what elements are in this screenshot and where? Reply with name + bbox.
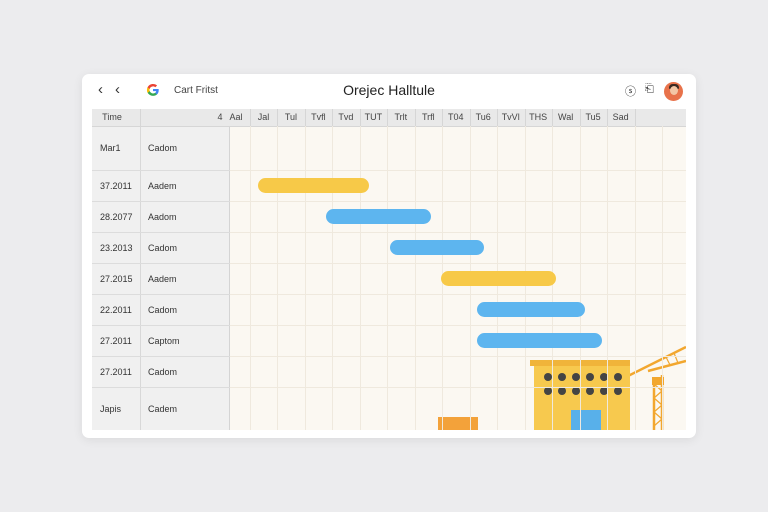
row-divider <box>92 325 230 326</box>
timeline-gridline <box>662 126 664 430</box>
building-door <box>571 410 601 430</box>
row-task-name[interactable]: Cadom <box>148 243 177 253</box>
row-task-name[interactable]: Cadem <box>148 404 177 414</box>
row-date: Mar1 <box>100 143 121 153</box>
row-task-name[interactable]: Aadem <box>148 181 177 191</box>
timeline-gridline <box>414 126 416 430</box>
building-window <box>614 387 622 395</box>
gantt-bar[interactable] <box>476 301 585 317</box>
timeline-row-divider <box>230 232 686 233</box>
timeline-row-divider <box>230 387 686 388</box>
row-date: 37.2011 <box>100 180 132 191</box>
row-divider <box>92 387 230 388</box>
row-date: Japis <box>100 403 122 414</box>
header-separator <box>634 109 636 126</box>
header-separator <box>140 109 141 126</box>
row-date: 27.2015 <box>100 273 133 284</box>
timeline-row-divider <box>230 325 686 326</box>
column-separator <box>140 109 141 430</box>
header-day[interactable]: Jal <box>251 109 275 126</box>
timeline-row-divider <box>230 294 686 295</box>
header-time: Time <box>102 112 122 122</box>
building-window <box>558 387 566 395</box>
building-window <box>586 387 594 395</box>
row-divider <box>92 294 230 295</box>
row-divider <box>92 263 230 264</box>
header-day[interactable]: TUT <box>361 109 385 126</box>
toolbar: ‹ ‹ Cart Fritst Orejec Halltule ⓢ ⎗ <box>82 74 696 108</box>
row-date: 28.2077 <box>100 211 133 222</box>
timeline-gridline <box>332 126 334 430</box>
timeline-row-divider <box>230 170 686 171</box>
timeline-gridline <box>359 126 361 430</box>
gantt-bar[interactable] <box>325 208 432 224</box>
gantt-bar[interactable] <box>440 270 556 286</box>
row-divider <box>92 356 230 357</box>
avatar-face <box>670 86 678 95</box>
header-day[interactable]: Tvd <box>334 109 358 126</box>
crate-illustration <box>438 417 478 430</box>
building-window <box>544 387 552 395</box>
page-title: Orejec Halltule <box>343 82 435 98</box>
header-day[interactable]: Aal <box>224 109 248 126</box>
row-task-name[interactable]: Cadom <box>148 305 177 315</box>
timeline-header: Time 4 Aal Jal Tul Tvfl Tvd TUT Trlt Trfl T04 Tu6 Tv… <box>92 109 686 127</box>
row-date: 27.2011 <box>100 335 132 346</box>
row-divider <box>92 170 230 171</box>
header-day[interactable]: TvVl <box>499 109 523 126</box>
gantt-bar[interactable] <box>258 177 369 193</box>
timeline-gridline <box>387 126 389 430</box>
timeline-gridline <box>304 126 306 430</box>
gantt-window: ‹ ‹ Cart Fritst Orejec Halltule ⓢ ⎗ Time… <box>82 74 696 438</box>
gantt-grid: Time 4 Aal Jal Tul Tvfl Tvd TUT Trlt Trfl T04 Tu6 Tv… <box>92 109 686 430</box>
gantt-bar[interactable] <box>476 332 602 348</box>
header-day[interactable]: Tu5 <box>581 109 605 126</box>
timeline-row-divider <box>230 201 686 202</box>
building-window <box>558 373 566 381</box>
header-day[interactable]: Sad <box>609 109 633 126</box>
row-date: 27.2011 <box>100 366 132 377</box>
header-day[interactable]: Wal <box>554 109 578 126</box>
building-window <box>586 373 594 381</box>
timeline-gridline <box>579 126 581 430</box>
timeline-gridline <box>250 126 251 430</box>
timeline-gridline <box>607 126 609 430</box>
header-day[interactable]: THS <box>526 109 550 126</box>
header-day[interactable]: Tvfl <box>306 109 330 126</box>
header-day[interactable]: Tu6 <box>471 109 495 126</box>
header-day[interactable]: Tul <box>279 109 303 126</box>
avatar-icon[interactable] <box>664 82 683 101</box>
building-window <box>614 373 622 381</box>
row-date: 23.2013 <box>100 242 133 253</box>
building-window <box>544 373 552 381</box>
row-date: 22.2011 <box>100 304 132 315</box>
row-divider <box>92 232 230 233</box>
row-divider <box>92 201 230 202</box>
gantt-bar[interactable] <box>390 239 484 255</box>
save-icon[interactable]: ⎗ <box>645 83 654 96</box>
header-day[interactable]: Trfl <box>416 109 440 126</box>
share-icon[interactable]: ⓢ <box>625 83 636 99</box>
timeline-gridline <box>277 126 279 430</box>
timeline-row-divider <box>230 356 686 357</box>
row-task-name[interactable]: Aadom <box>148 212 177 222</box>
row-task-name[interactable]: Captom <box>148 336 180 346</box>
row-task-name[interactable]: Aadem <box>148 274 177 284</box>
timeline-row-divider <box>230 263 686 264</box>
timeline-gridline <box>634 126 636 430</box>
header-day[interactable]: Trlt <box>389 109 413 126</box>
row-task-name[interactable]: Cadom <box>148 367 177 377</box>
row-task-name[interactable]: Cadom <box>148 143 177 153</box>
header-day[interactable]: T04 <box>444 109 468 126</box>
